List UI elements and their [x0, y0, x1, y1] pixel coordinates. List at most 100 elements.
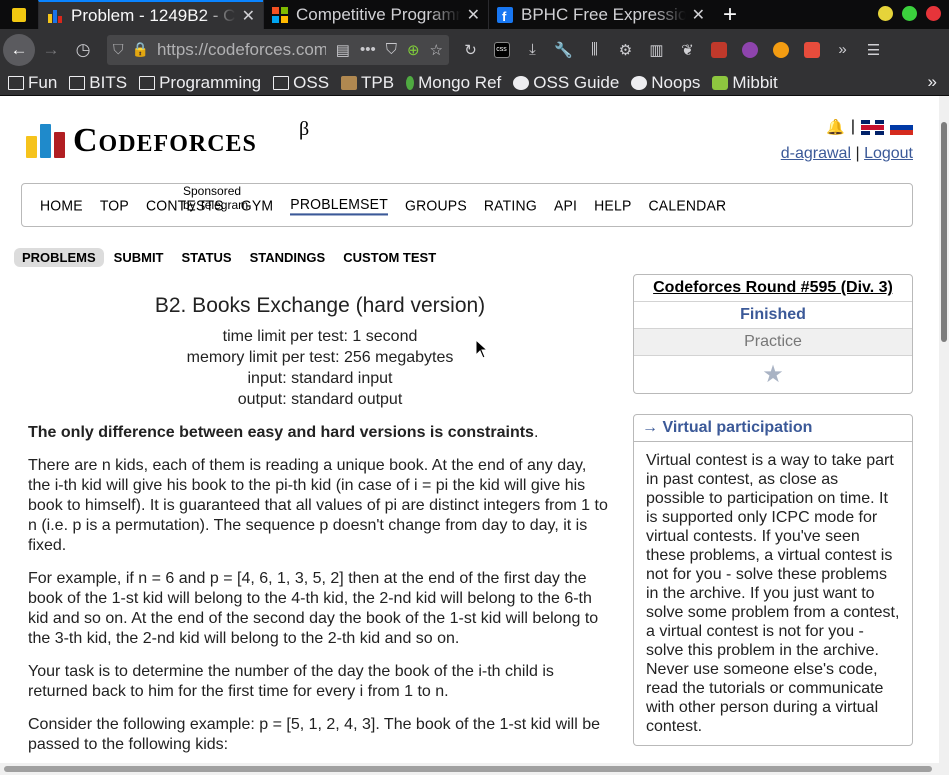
tab-competitive-programming[interactable]: Competitive Programming ✕ — [263, 0, 488, 29]
paragraph-2: For example, if n = 6 and p = [4, 6, 1, … — [28, 570, 599, 647]
codeforces-favicon-icon — [47, 8, 63, 24]
menu-home[interactable]: HOME — [40, 197, 83, 214]
bookmark-oss-guide[interactable]: OSS Guide — [513, 73, 619, 93]
bookmarks-overflow-icon[interactable]: » — [928, 72, 937, 92]
sidebar-icon[interactable]: ▥ — [641, 34, 672, 66]
username-link[interactable]: d-agrawal — [781, 145, 851, 162]
owl-extension-icon[interactable] — [765, 34, 796, 66]
overflow-chevron-icon[interactable]: » — [827, 34, 858, 66]
url-bar[interactable]: ⛉ 🔒 https://codeforces.com ▤ ••• ⛉ ⊕ ☆ — [107, 34, 449, 65]
svg-text:f: f — [502, 9, 507, 23]
contest-info-box: Codeforces Round #595 (Div. 3) Finished … — [633, 274, 913, 394]
bookmark-bits[interactable]: BITS — [69, 73, 127, 93]
gear-icon[interactable]: ⚙ — [610, 34, 641, 66]
bookmark-fun[interactable]: Fun — [8, 73, 57, 93]
bookmark-oss[interactable]: OSS — [273, 73, 329, 93]
back-button[interactable]: ← — [3, 33, 35, 66]
close-window-button[interactable] — [926, 6, 941, 21]
language-flags: 🔔 | — [781, 118, 913, 136]
user-links: d-agrawal | Logout — [781, 145, 913, 163]
menu-gym[interactable]: GYM — [241, 197, 274, 214]
tab-close-icon[interactable]: ✕ — [242, 6, 255, 26]
vertical-scroll-thumb[interactable] — [941, 122, 947, 342]
submenu-status[interactable]: STATUS — [182, 248, 232, 267]
windows-favicon-icon — [272, 6, 288, 23]
bookmark-star-icon[interactable]: ☆ — [430, 41, 443, 59]
tab-bphc[interactable]: f BPHC Free Expression ✕ — [488, 0, 713, 29]
bookmark-mongo-ref[interactable]: Mongo Ref — [406, 73, 501, 93]
horizontal-scroll-thumb[interactable] — [4, 766, 932, 772]
menu-contests[interactable]: CONTESTS — [146, 197, 224, 214]
menu-problemset[interactable]: PROBLEMSET — [290, 195, 388, 215]
red-extension-icon[interactable] — [796, 34, 827, 66]
round-row: Codeforces Round #595 (Div. 3) — [634, 275, 912, 301]
paragraph-1: There are n kids, each of them is readin… — [28, 457, 608, 554]
url-text[interactable]: https://codeforces.com — [157, 40, 326, 60]
bookmarks-toolbar: Fun BITS Programming OSS TPB Mongo Ref O… — [0, 70, 949, 96]
virtual-participation-text: Virtual contest is a way to take part in… — [646, 452, 900, 735]
folder-icon — [69, 75, 86, 90]
bookmark-label: OSS Guide — [533, 72, 620, 92]
library-icon[interactable]: ⫼ — [579, 34, 610, 66]
bookmark-mibbit[interactable]: Mibbit — [712, 72, 778, 93]
submenu-submit[interactable]: SUBMIT — [114, 248, 164, 267]
bookmark-programming[interactable]: Programming — [139, 73, 261, 93]
menu-calendar[interactable]: CALENDAR — [648, 197, 726, 214]
forward-button[interactable]: → — [35, 34, 67, 66]
reader-view-icon[interactable]: ▤ — [336, 41, 350, 59]
tab-close-icon[interactable]: ✕ — [692, 5, 705, 25]
bookmark-noops[interactable]: Noops — [631, 73, 700, 93]
round-link[interactable]: Codeforces Round #595 (Div. 3) — [653, 279, 893, 296]
menu-api[interactable]: API — [554, 197, 577, 214]
pocket-icon[interactable]: ⛉ — [386, 41, 397, 58]
russian-flag-icon[interactable] — [890, 119, 913, 135]
leetcode-extension-icon[interactable] — [703, 34, 734, 66]
codeforces-logo[interactable]: Codeforces β Sponsored by Telegram — [26, 118, 309, 212]
problemset-submenu: PROBLEMS SUBMIT STATUS STANDINGS CUSTOM … — [14, 248, 454, 267]
bookmark-tpb[interactable]: TPB — [341, 73, 394, 93]
css-extension-icon[interactable]: css — [486, 34, 517, 66]
bookmark-label: Mibbit — [732, 72, 778, 92]
tab-title: BPHC Free Expression — [521, 4, 686, 24]
menu-top[interactable]: TOP — [100, 197, 129, 214]
lock-icon[interactable]: 🔒 — [132, 41, 149, 58]
bookmark-label: Programming — [159, 72, 262, 92]
tab-close-icon[interactable]: ✕ — [467, 5, 480, 25]
tab-title: Problem - 1249B2 - Codeforces — [71, 5, 236, 25]
submenu-custom-test[interactable]: CUSTOM TEST — [343, 248, 436, 267]
folder-icon — [273, 75, 290, 90]
bookmark-label: Noops — [651, 72, 701, 92]
menu-help[interactable]: HELP — [594, 197, 631, 214]
horizontal-scrollbar[interactable] — [0, 763, 939, 775]
tab-problem[interactable]: Problem - 1249B2 - Codeforces ✕ — [38, 0, 263, 29]
vertical-scrollbar[interactable] — [939, 96, 949, 775]
virtual-participation-title[interactable]: → Virtual participation — [634, 415, 912, 442]
wrench-icon[interactable]: 🔧 — [548, 34, 579, 66]
output-spec: output: standard output — [237, 391, 403, 408]
block-extension-icon[interactable] — [734, 34, 765, 66]
submenu-standings[interactable]: STANDINGS — [250, 248, 326, 267]
english-flag-icon[interactable] — [861, 119, 884, 135]
submenu-problems[interactable]: PROBLEMS — [14, 248, 104, 267]
download-icon[interactable]: ⤓ — [517, 34, 548, 66]
reload-icon[interactable]: ↻ — [455, 34, 486, 66]
add-extension-icon[interactable]: ⊕ — [407, 41, 420, 59]
maximize-button[interactable] — [902, 6, 917, 21]
shield-icon[interactable]: ⛉ — [113, 41, 124, 58]
menu-groups[interactable]: GROUPS — [405, 197, 467, 214]
paragraph-4: Consider the following example: p = [5, … — [28, 716, 601, 753]
difference-note-text: The only difference between easy and har… — [28, 424, 534, 441]
minimize-button[interactable] — [878, 6, 893, 21]
history-icon[interactable]: ◷ — [67, 34, 99, 66]
folder-icon — [8, 75, 24, 90]
bell-icon[interactable]: 🔔 — [826, 118, 845, 136]
new-tab-button[interactable]: + — [713, 0, 747, 29]
pinned-tab[interactable] — [0, 0, 38, 29]
favorite-star-icon[interactable]: ★ — [762, 360, 784, 389]
page-actions-icon[interactable]: ••• — [360, 41, 376, 58]
github-icon — [513, 75, 530, 90]
logout-link[interactable]: Logout — [864, 145, 913, 162]
menu-rating[interactable]: RATING — [484, 197, 537, 214]
hamburger-menu-icon[interactable]: ☰ — [858, 34, 889, 66]
gnome-icon[interactable]: ❦ — [672, 34, 703, 66]
